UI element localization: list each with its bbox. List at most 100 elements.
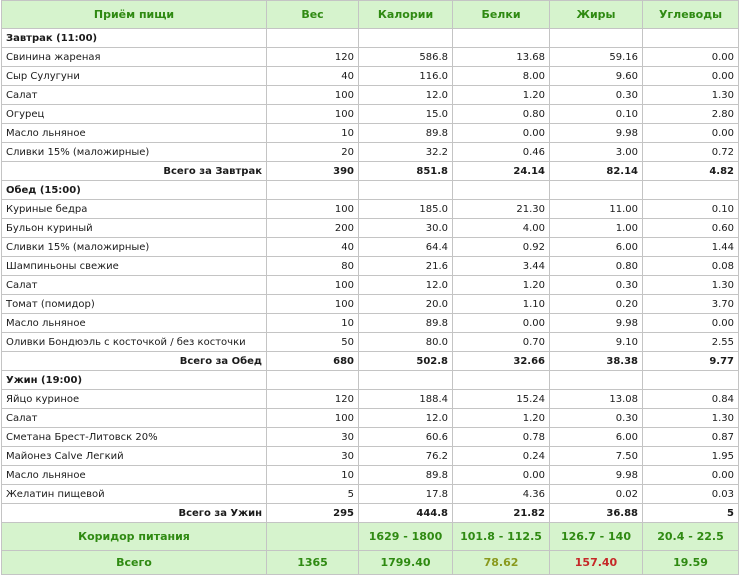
cell-fat: 0.80 [549, 256, 643, 276]
empty-cell [266, 180, 359, 200]
cell-protein: 15.24 [452, 389, 550, 409]
meal-total-row: Всего за Обед 680 502.8 32.66 38.38 9.77 [1, 351, 739, 371]
cell-name: Масло льняное [1, 123, 267, 143]
cell-name: Бульон куриный [1, 218, 267, 238]
cell-fat: 0.30 [549, 85, 643, 105]
total-fat: 38.38 [549, 351, 643, 371]
meal-title: Завтрак (11:00) [1, 28, 267, 48]
cell-name: Сливки 15% (маложирные) [1, 142, 267, 162]
cell-calories: 185.0 [358, 199, 453, 219]
empty-cell [452, 180, 550, 200]
cell-name: Оливки Бондюэль с косточкой / без косточ… [1, 332, 267, 352]
empty-cell [452, 370, 550, 390]
cell-protein: 0.24 [452, 446, 550, 466]
cell-fat: 6.00 [549, 237, 643, 257]
nutrition-table: Приём пищи Вес Калории Белки Жиры Углево… [1, 0, 739, 575]
corridor-name: Коридор питания [1, 522, 267, 551]
meal-total-row: Всего за Ужин 295 444.8 21.82 36.88 5 [1, 503, 739, 523]
cell-calories: 17.8 [358, 484, 453, 504]
table-body: Завтрак (11:00) Свинина жареная 120 586.8 13… [1, 28, 739, 575]
total-carbs: 4.82 [642, 161, 739, 181]
header-meal: Приём пищи [1, 0, 267, 29]
cell-calories: 30.0 [358, 218, 453, 238]
cell-calories: 21.6 [358, 256, 453, 276]
corridor-calories: 1629 - 1800 [358, 522, 453, 551]
cell-protein: 0.00 [452, 465, 550, 485]
cell-weight: 80 [266, 256, 359, 276]
cell-name: Масло льняное [1, 313, 267, 333]
cell-carbs: 0.03 [642, 484, 739, 504]
empty-cell [642, 180, 739, 200]
header-protein: Белки [452, 0, 550, 29]
cell-calories: 20.0 [358, 294, 453, 314]
meal-section-header: Завтрак (11:00) [1, 28, 739, 48]
total-protein: 32.66 [452, 351, 550, 371]
table-row: Шампиньоны свежие 80 21.6 3.44 0.80 0.08 [1, 256, 739, 276]
grand-total-carbs: 19.59 [642, 550, 739, 575]
table-row: Куриные бедра 100 185.0 21.30 11.00 0.10 [1, 199, 739, 219]
meal-total-row: Всего за Завтрак 390 851.8 24.14 82.14 4.82 [1, 161, 739, 181]
cell-calories: 89.8 [358, 465, 453, 485]
total-calories: 444.8 [358, 503, 453, 523]
cell-fat: 9.60 [549, 66, 643, 86]
table-row: Свинина жареная 120 586.8 13.68 59.16 0.00 [1, 47, 739, 67]
header-calories: Калории [358, 0, 453, 29]
empty-cell [549, 180, 643, 200]
total-calories: 502.8 [358, 351, 453, 371]
total-calories: 851.8 [358, 161, 453, 181]
cell-carbs: 1.95 [642, 446, 739, 466]
empty-cell [549, 28, 643, 48]
cell-name: Огурец [1, 104, 267, 124]
cell-protein: 8.00 [452, 66, 550, 86]
cell-name: Шампиньоны свежие [1, 256, 267, 276]
cell-name: Яйцо куриное [1, 389, 267, 409]
cell-weight: 100 [266, 408, 359, 428]
cell-calories: 12.0 [358, 275, 453, 295]
cell-carbs: 1.30 [642, 275, 739, 295]
cell-carbs: 0.84 [642, 389, 739, 409]
cell-fat: 9.98 [549, 123, 643, 143]
total-fat: 82.14 [549, 161, 643, 181]
cell-protein: 1.20 [452, 275, 550, 295]
empty-cell [549, 370, 643, 390]
cell-fat: 0.30 [549, 408, 643, 428]
cell-protein: 4.00 [452, 218, 550, 238]
empty-cell [642, 370, 739, 390]
table-row: Майонез Calve Легкий 30 76.2 0.24 7.50 1.95 [1, 446, 739, 466]
corridor-weight [266, 522, 359, 551]
cell-name: Сметана Брест-Литовск 20% [1, 427, 267, 447]
cell-weight: 10 [266, 313, 359, 333]
cell-carbs: 1.30 [642, 408, 739, 428]
cell-calories: 89.8 [358, 123, 453, 143]
cell-carbs: 2.80 [642, 104, 739, 124]
nutrition-corridor-row: Коридор питания 1629 - 1800 101.8 - 112.5 1… [1, 522, 739, 551]
empty-cell [358, 28, 453, 48]
header-carbs: Углеводы [642, 0, 739, 29]
cell-protein: 0.92 [452, 237, 550, 257]
cell-protein: 13.68 [452, 47, 550, 67]
table-row: Огурец 100 15.0 0.80 0.10 2.80 [1, 104, 739, 124]
cell-calories: 12.0 [358, 85, 453, 105]
cell-calories: 116.0 [358, 66, 453, 86]
header-row: Приём пищи Вес Калории Белки Жиры Углево… [1, 0, 739, 29]
grand-total-weight: 1365 [266, 550, 359, 575]
cell-protein: 0.70 [452, 332, 550, 352]
total-weight: 295 [266, 503, 359, 523]
total-name: Всего за Завтрак [1, 161, 267, 181]
cell-carbs: 0.87 [642, 427, 739, 447]
empty-cell [358, 180, 453, 200]
cell-carbs: 0.10 [642, 199, 739, 219]
table-row: Сливки 15% (маложирные) 40 64.4 0.92 6.00 1.4… [1, 237, 739, 257]
total-fat: 36.88 [549, 503, 643, 523]
cell-carbs: 0.00 [642, 66, 739, 86]
empty-cell [452, 28, 550, 48]
cell-fat: 0.20 [549, 294, 643, 314]
cell-weight: 120 [266, 389, 359, 409]
cell-calories: 12.0 [358, 408, 453, 428]
cell-name: Сливки 15% (маложирные) [1, 237, 267, 257]
table-row: Салат 100 12.0 1.20 0.30 1.30 [1, 275, 739, 295]
meal-title: Ужин (19:00) [1, 370, 267, 390]
cell-fat: 3.00 [549, 142, 643, 162]
cell-calories: 15.0 [358, 104, 453, 124]
cell-carbs: 0.72 [642, 142, 739, 162]
